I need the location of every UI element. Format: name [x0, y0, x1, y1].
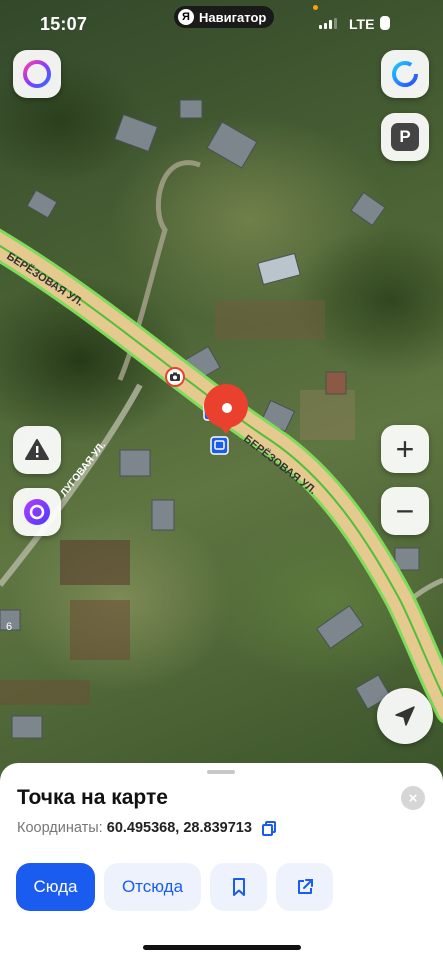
alice-icon: [24, 499, 50, 525]
coordinates-value: 60.495368, 28.839713: [106, 820, 252, 836]
home-indicator[interactable]: [143, 945, 301, 950]
sheet-drag-handle[interactable]: [207, 770, 235, 774]
coordinates-label: Координаты:: [17, 820, 103, 836]
signal-icon: [319, 18, 337, 29]
navigator-label: Навигатор: [199, 9, 267, 25]
action-buttons: Сюда Отсюда: [16, 863, 333, 911]
zoom-in-button[interactable]: +: [381, 425, 429, 473]
field-patch: [60, 540, 130, 585]
alice-icon: [392, 61, 418, 87]
street-label-lugovaya: ЛУГОВАЯ УЛ.: [59, 440, 108, 499]
status-bar: 15:07 Я Навигатор LTE: [0, 0, 443, 44]
field-patch: [300, 390, 355, 440]
share-button[interactable]: [276, 863, 333, 911]
status-time: 15:07: [40, 14, 88, 34]
route-from-button[interactable]: Отсюда: [104, 863, 201, 911]
report-event-button[interactable]: [13, 426, 61, 474]
parking-icon: P: [391, 123, 419, 151]
alice-menu-button[interactable]: [13, 50, 61, 98]
network-label: LTE: [349, 16, 375, 32]
parking-button[interactable]: P: [381, 113, 429, 161]
share-icon: [297, 879, 313, 894]
my-location-button[interactable]: [377, 688, 433, 744]
battery-icon: [380, 16, 390, 30]
field-patch: [0, 680, 90, 705]
assistant-button[interactable]: [381, 50, 429, 98]
place-card-sheet: Точка на карте × Координаты: 60.495368, …: [0, 763, 443, 960]
yandex-logo-icon: Я: [178, 9, 194, 25]
alice-ring-icon: [23, 60, 51, 88]
warning-icon: [25, 439, 49, 460]
zoom-out-button[interactable]: −: [381, 487, 429, 535]
zoom-out-icon: −: [395, 493, 415, 529]
place-title: Точка на карте: [17, 786, 168, 809]
close-icon: ×: [408, 789, 418, 807]
navigator-indicator[interactable]: Я Навигатор: [174, 6, 275, 28]
privacy-dot-icon: [313, 5, 318, 10]
navigation-arrow-icon: [395, 706, 415, 726]
camera-icon[interactable]: [165, 367, 185, 387]
zoom-in-icon: +: [395, 431, 415, 467]
bus-stop-icon[interactable]: [210, 436, 229, 455]
map-edge-label: 6: [6, 621, 12, 633]
close-button[interactable]: ×: [401, 786, 425, 810]
field-patch: [70, 600, 130, 660]
bookmark-button[interactable]: [210, 863, 267, 911]
field-patch: [215, 300, 325, 340]
map-view[interactable]: БЕРЁЗОВАЯ УЛ. БЕРЁЗОВАЯ УЛ. ЛУГОВАЯ УЛ. …: [0, 0, 443, 780]
map-canvas: БЕРЁЗОВАЯ УЛ. БЕРЁЗОВАЯ УЛ. ЛУГОВАЯ УЛ. …: [0, 99, 443, 739]
route-here-button[interactable]: Сюда: [16, 863, 95, 911]
coordinates-row: Координаты: 60.495368, 28.839713: [17, 820, 276, 836]
copy-icon[interactable]: [261, 821, 276, 836]
bookmark-icon: [232, 878, 245, 896]
alice-voice-button[interactable]: [13, 488, 61, 536]
